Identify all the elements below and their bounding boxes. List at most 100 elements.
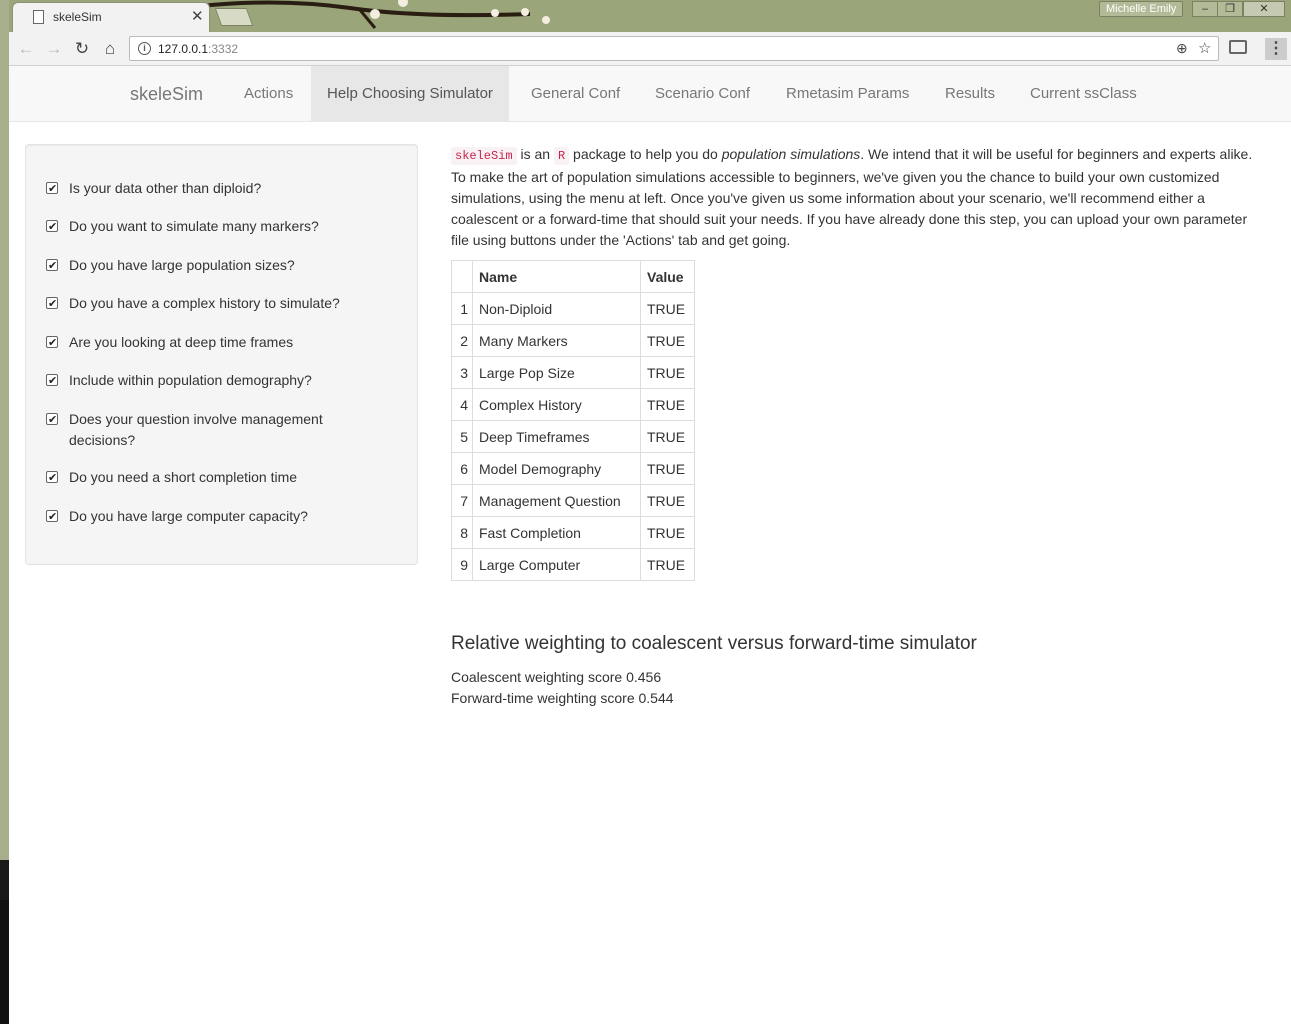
tab-general-conf[interactable]: General Conf: [515, 66, 636, 121]
window-titlebar: skeleSim ✕ Michelle Emily – ❐ ✕: [0, 0, 1291, 32]
checkbox[interactable]: [46, 410, 58, 431]
question-label: Does your question involve management de…: [69, 411, 323, 448]
page-icon: [33, 10, 44, 24]
profile-button[interactable]: Michelle Emily: [1099, 1, 1184, 17]
package-name: skeleSim: [451, 147, 517, 165]
app-navbar: skeleSim Actions Help Choosing Simulator…: [9, 66, 1291, 122]
row-value: TRUE: [640, 388, 695, 421]
row-value: TRUE: [640, 420, 695, 453]
new-tab-button[interactable]: [214, 8, 254, 26]
row-name: Many Markers: [472, 324, 641, 357]
table-row: 7 Management Question TRUE: [451, 484, 695, 517]
col-header-index: [451, 260, 473, 293]
table-row: 4 Complex History TRUE: [451, 388, 695, 421]
forward-icon[interactable]: →: [43, 38, 65, 60]
tab-help-choosing-simulator[interactable]: Help Choosing Simulator: [311, 66, 509, 121]
row-value: TRUE: [640, 292, 695, 325]
row-value: TRUE: [640, 324, 695, 357]
row-name: Large Computer: [472, 548, 641, 581]
edge-dark: [0, 860, 9, 900]
weighting-heading: Relative weighting to coalescent versus …: [451, 633, 977, 654]
checkbox[interactable]: [46, 179, 58, 200]
row-index: 9: [451, 548, 473, 581]
row-value: TRUE: [640, 484, 695, 517]
row-index: 8: [451, 516, 473, 549]
browser-tab[interactable]: skeleSim ✕: [12, 2, 210, 32]
row-name: Complex History: [472, 388, 641, 421]
cast-icon[interactable]: [1229, 40, 1247, 54]
tab-current-ssclass[interactable]: Current ssClass: [1014, 66, 1153, 121]
window-close-button[interactable]: ✕: [1243, 1, 1285, 17]
question-label: Do you have large population sizes?: [69, 257, 295, 273]
answers-table: Name Value 1 Non-Diploid TRUE 2 Many Markers…: [451, 260, 695, 581]
home-icon[interactable]: ⌂: [99, 38, 121, 60]
table-row: 5 Deep Timeframes TRUE: [451, 420, 695, 453]
question-label: Do you have large computer capacity?: [69, 508, 308, 524]
row-value: TRUE: [640, 452, 695, 485]
row-index: 6: [451, 452, 473, 485]
bookmark-star-icon[interactable]: ☆: [1198, 39, 1211, 57]
intro-emphasis: population simulations: [721, 146, 861, 162]
checkbox[interactable]: [46, 507, 58, 528]
reload-icon[interactable]: ↻: [71, 38, 93, 60]
tab-scenario-conf[interactable]: Scenario Conf: [639, 66, 766, 121]
row-name: Deep Timeframes: [472, 420, 641, 453]
question-label: Is your data other than diploid?: [69, 180, 262, 196]
question-label: Do you have a complex history to simulat…: [69, 295, 340, 311]
restore-button[interactable]: ❐: [1217, 1, 1243, 17]
table-row: 1 Non-Diploid TRUE: [451, 292, 695, 325]
intro-text: is an: [516, 146, 554, 162]
row-name: Fast Completion: [472, 516, 641, 549]
table-row: 8 Fast Completion TRUE: [451, 516, 695, 549]
checkbox[interactable]: [46, 333, 58, 354]
question-label: Do you want to simulate many markers?: [69, 218, 319, 234]
checkbox[interactable]: [46, 371, 58, 392]
checkbox[interactable]: [46, 217, 58, 238]
col-header-value: Value: [640, 260, 695, 293]
tab-close-icon[interactable]: ✕: [191, 7, 204, 25]
tab-rmetasim-params[interactable]: Rmetasim Params: [770, 66, 925, 121]
minimize-button[interactable]: –: [1192, 1, 1218, 17]
checkbox[interactable]: [46, 468, 58, 489]
col-header-name: Name: [472, 260, 641, 293]
browser-menu-icon[interactable]: ⋮: [1265, 38, 1287, 60]
row-index: 5: [451, 420, 473, 453]
question-label: Are you looking at deep time frames: [69, 334, 294, 350]
tab-title: skeleSim: [53, 10, 102, 24]
table-row: 9 Large Computer TRUE: [451, 548, 695, 581]
coalescent-score: Coalescent weighting score 0.456: [451, 669, 662, 685]
row-index: 3: [451, 356, 473, 389]
table-row: 3 Large Pop Size TRUE: [451, 356, 695, 389]
row-index: 2: [451, 324, 473, 357]
url-text: 127.0.0.1:3332: [158, 42, 239, 56]
browser-toolbar: ← → ↻ ⌂ i 127.0.0.1:3332 ⊕ ☆ ⋮: [9, 32, 1291, 66]
tab-results[interactable]: Results: [929, 66, 1011, 121]
zoom-icon[interactable]: ⊕: [1176, 40, 1188, 57]
row-index: 4: [451, 388, 473, 421]
forward-time-score: Forward-time weighting score 0.544: [451, 690, 674, 706]
row-value: TRUE: [640, 548, 695, 581]
edge-black: [0, 900, 9, 1024]
table-row: 6 Model Demography TRUE: [451, 452, 695, 485]
address-bar[interactable]: i 127.0.0.1:3332 ⊕ ☆: [129, 36, 1219, 61]
question-label: Do you need a short completion time: [69, 469, 298, 485]
intro-text: package to help you do: [569, 146, 722, 162]
tab-actions[interactable]: Actions: [228, 66, 309, 121]
wallpaper-branch: [200, 0, 550, 29]
row-name: Non-Diploid: [472, 292, 641, 325]
row-name: Management Question: [472, 484, 641, 517]
row-index: 7: [451, 484, 473, 517]
question-panel: Is your data other than diploid? Do you …: [25, 144, 418, 565]
checkbox[interactable]: [46, 256, 58, 277]
site-info-icon[interactable]: i: [138, 42, 151, 55]
window-left-edge: [0, 0, 9, 1024]
row-name: Model Demography: [472, 452, 641, 485]
question-label: Include within population demography?: [69, 372, 312, 388]
table-header-row: Name Value: [451, 260, 695, 293]
back-icon[interactable]: ←: [15, 38, 37, 60]
row-value: TRUE: [640, 356, 695, 389]
row-value: TRUE: [640, 516, 695, 549]
checkbox[interactable]: [46, 294, 58, 315]
brand[interactable]: skeleSim: [130, 84, 203, 105]
intro-paragraph: skeleSim is an R package to help you do …: [451, 144, 1263, 251]
